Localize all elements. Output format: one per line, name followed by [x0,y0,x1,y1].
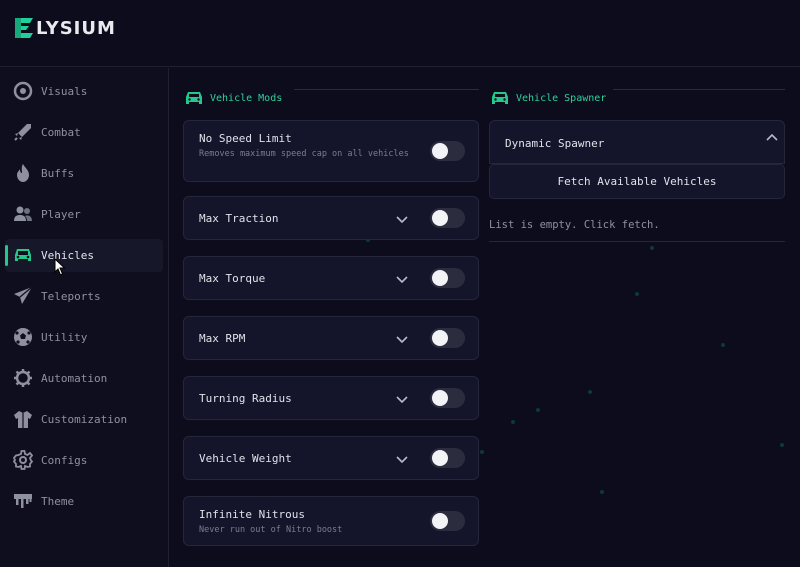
logo-e-icon [15,18,33,38]
card-title: Turning Radius [199,392,292,405]
sidebar-item-theme[interactable]: Theme [5,485,163,518]
card-vehicle-weight: Vehicle Weight [183,436,479,480]
jacket-icon [14,411,32,428]
sidebar-item-utility[interactable]: Utility [5,321,163,354]
sidebar-item-label: Configs [41,454,88,467]
vehicle-mods-header: Vehicle Mods [185,89,282,107]
sidebar-item-customization[interactable]: Customization [5,403,163,436]
card-title: Max Traction [199,212,279,225]
sidebar-item-label: Teleports [41,290,101,303]
flame-icon [17,164,29,182]
card-infinite-nitrous: Infinite Nitrous Never run out of Nitro … [183,496,479,546]
fetch-vehicles-button[interactable]: Fetch Available Vehicles [489,164,785,199]
card-max-traction: Max Traction [183,196,479,240]
card-max-torque: Max Torque [183,256,479,300]
sidebar-item-label: Player [41,208,81,221]
sidebar-item-visuals[interactable]: Visuals [5,75,163,108]
car-icon [15,249,31,261]
sidebar-item-combat[interactable]: Combat [5,116,163,149]
cog-spike-icon [14,369,32,387]
toggle-max-rpm[interactable] [430,328,465,348]
chevron-down-icon[interactable] [395,394,409,404]
chevron-up-icon[interactable] [765,133,779,143]
sidebar-item-vehicles[interactable]: Vehicles [5,239,163,272]
card-no-speed-limit: No Speed Limit Removes maximum speed cap… [183,120,479,182]
sidebar: Visuals Combat Buffs Player Vehicles Tel… [0,68,169,567]
paper-plane-icon [14,286,33,304]
card-description: Never run out of Nitro boost [199,525,343,535]
section-divider [294,89,479,90]
car-icon [186,92,202,104]
card-max-rpm: Max RPM [183,316,479,360]
toggle-max-torque[interactable] [430,268,465,288]
app-brand-name: LYSIUM [36,17,116,39]
paint-drip-icon [14,494,32,508]
chevron-down-icon[interactable] [395,214,409,224]
toggle-max-traction[interactable] [430,208,465,228]
sidebar-item-configs[interactable]: Configs [5,444,163,477]
toggle-infinite-nitrous[interactable] [430,511,465,531]
sidebar-item-label: Utility [41,331,88,344]
chevron-down-icon[interactable] [395,334,409,344]
vehicle-spawner-header: Vehicle Spawner [491,89,606,107]
ball-icon [14,328,32,346]
sidebar-item-label: Visuals [41,85,88,98]
sidebar-item-player[interactable]: Player [5,198,163,231]
card-title: No Speed Limit [199,132,292,145]
panel-title: Dynamic Spawner [505,137,605,150]
sidebar-item-label: Buffs [41,167,75,180]
card-title: Max RPM [199,332,246,345]
eye-icon [13,81,33,101]
card-turning-radius: Turning Radius [183,376,479,420]
rocket-icon [14,124,31,141]
section-title: Vehicle Spawner [516,92,607,104]
chevron-down-icon[interactable] [395,274,409,284]
sidebar-item-label: Theme [41,495,75,508]
sidebar-item-label: Customization [41,413,128,426]
sidebar-item-automation[interactable]: Automation [5,362,163,395]
empty-list-message: List is empty. Click fetch. [489,219,660,231]
toggle-vehicle-weight[interactable] [430,448,465,468]
chevron-down-icon[interactable] [395,454,409,464]
sidebar-item-label: Vehicles [41,249,94,262]
card-title: Vehicle Weight [199,452,292,465]
sidebar-item-label: Automation [41,372,108,385]
toggle-no-speed-limit[interactable] [430,141,465,161]
card-description: Removes maximum speed cap on all vehicle… [199,149,409,159]
section-divider [613,89,785,90]
app-logo: LYSIUM [13,16,116,40]
sidebar-item-buffs[interactable]: Buffs [5,157,163,190]
card-title: Max Torque [199,272,266,285]
toggle-turning-radius[interactable] [430,388,465,408]
car-icon [492,92,508,104]
dynamic-spawner-header[interactable]: Dynamic Spawner [489,120,785,164]
sidebar-item-teleports[interactable]: Teleports [5,280,163,313]
sidebar-item-label: Combat [41,126,81,139]
users-icon [14,206,32,221]
gear-icon [13,450,33,470]
card-title: Infinite Nitrous [199,508,305,521]
dynamic-spawner-panel: Dynamic Spawner Fetch Available Vehicles… [489,120,785,242]
section-title: Vehicle Mods [210,92,283,104]
mouse-cursor-icon [54,258,66,276]
app-header: LYSIUM [0,0,800,67]
